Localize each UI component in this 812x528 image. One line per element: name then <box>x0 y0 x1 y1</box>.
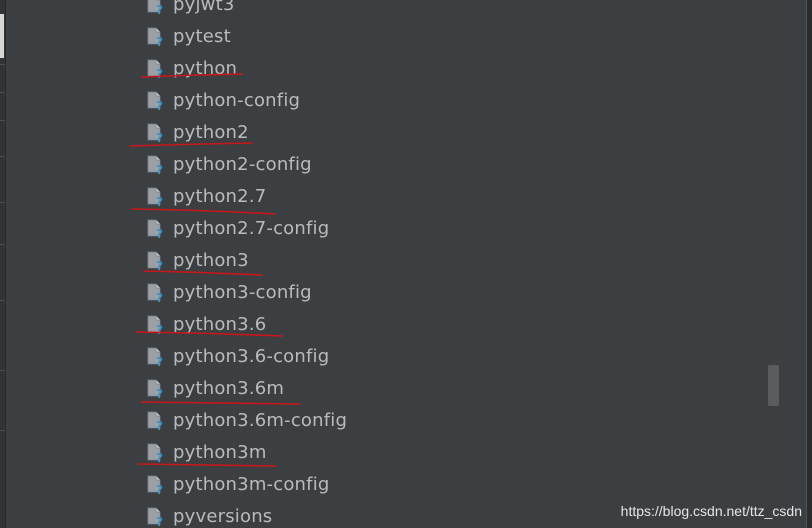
project-file-tree: ? pyjwt3? pytest? python? python-config? pyth… <box>146 0 746 528</box>
unknown-file-type-icon: ? <box>146 441 166 463</box>
tree-item-label: python3m-config <box>173 473 330 495</box>
tree-item-label: pyversions <box>173 505 273 527</box>
svg-text:?: ? <box>156 451 163 463</box>
svg-text:?: ? <box>156 195 163 207</box>
tree-item-label: python3.6m <box>173 377 285 399</box>
tree-item[interactable]: ? python3.6-config <box>146 341 329 371</box>
tree-item[interactable]: ? python3 <box>146 245 249 275</box>
tree-item-label: python3 <box>173 249 249 271</box>
svg-text:?: ? <box>156 227 163 239</box>
tree-item-label: python3-config <box>173 281 312 303</box>
tree-item-label: python3.6-config <box>173 345 330 367</box>
svg-text:?: ? <box>156 387 163 399</box>
tree-item-label: python2-config <box>173 153 312 175</box>
tree-item[interactable]: ? python3m-config <box>146 469 330 499</box>
tree-item[interactable]: ? pytest <box>146 21 231 51</box>
unknown-file-type-icon: ? <box>146 89 166 111</box>
unknown-file-type-icon: ? <box>146 153 166 175</box>
strip-divider <box>0 300 5 301</box>
svg-text:?: ? <box>156 35 163 47</box>
tree-item-label: python3.6 <box>173 313 267 335</box>
tree-item-label: python2.7 <box>173 185 267 207</box>
unknown-file-type-icon: ? <box>146 185 166 207</box>
strip-divider <box>0 64 5 65</box>
tree-item[interactable]: ? python <box>146 53 237 83</box>
unknown-file-type-icon: ? <box>146 25 166 47</box>
tree-item[interactable]: ? pyversions <box>146 501 272 528</box>
unknown-file-type-icon: ? <box>146 281 166 303</box>
svg-text:?: ? <box>156 355 163 367</box>
tree-item[interactable]: ? python3.6 <box>146 309 266 339</box>
svg-text:?: ? <box>156 259 163 271</box>
tool-window-active-marker[interactable] <box>0 14 4 58</box>
tree-item[interactable]: ? pyjwt3 <box>146 0 235 19</box>
unknown-file-type-icon: ? <box>146 217 166 239</box>
tree-item[interactable]: ? python2 <box>146 117 249 147</box>
window-right-edge <box>806 0 812 528</box>
unknown-file-type-icon: ? <box>146 345 166 367</box>
tree-item-label: python2 <box>173 121 249 143</box>
tree-item-label: pytest <box>173 25 231 47</box>
tool-window-strip <box>0 0 6 528</box>
unknown-file-type-icon: ? <box>146 377 166 399</box>
svg-text:?: ? <box>156 67 163 79</box>
svg-text:?: ? <box>156 163 163 175</box>
unknown-file-type-icon: ? <box>146 409 166 431</box>
tree-item-label: python-config <box>173 89 301 111</box>
svg-text:?: ? <box>156 131 163 143</box>
unknown-file-type-icon: ? <box>146 121 166 143</box>
unknown-file-type-icon: ? <box>146 473 166 495</box>
svg-text:?: ? <box>156 483 163 495</box>
tree-item[interactable]: ? python2-config <box>146 149 312 179</box>
strip-divider <box>0 156 5 157</box>
tree-item[interactable]: ? python3m <box>146 437 267 467</box>
unknown-file-type-icon: ? <box>146 313 166 335</box>
svg-text:?: ? <box>156 3 163 15</box>
tree-item-label: python3m <box>173 441 267 463</box>
tree-item[interactable]: ? python2.7-config <box>146 213 329 243</box>
unknown-file-type-icon: ? <box>146 505 166 527</box>
tree-item-label: python2.7-config <box>173 217 330 239</box>
strip-divider <box>0 202 5 203</box>
vertical-scrollbar[interactable] <box>766 0 780 528</box>
strip-divider <box>0 120 5 121</box>
strip-divider <box>0 244 5 245</box>
watermark-text: https://blog.csdn.net/ttz_csdn <box>620 503 802 519</box>
svg-text:?: ? <box>156 419 163 431</box>
strip-divider <box>0 92 5 93</box>
ide-project-window: ? pyjwt3? pytest? python? python-config? pyth… <box>0 0 812 528</box>
strip-divider <box>0 430 5 431</box>
scrollbar-thumb[interactable] <box>768 365 779 406</box>
tree-item[interactable]: ? python3.6m-config <box>146 405 347 435</box>
tree-item-label: python3.6m-config <box>173 409 348 431</box>
tree-item[interactable]: ? python3-config <box>146 277 312 307</box>
strip-divider <box>0 370 5 371</box>
svg-text:?: ? <box>156 323 163 335</box>
unknown-file-type-icon: ? <box>146 57 166 79</box>
svg-text:?: ? <box>156 291 163 303</box>
tree-item-label: python <box>173 57 238 79</box>
unknown-file-type-icon: ? <box>146 249 166 271</box>
svg-text:?: ? <box>156 515 163 527</box>
tree-item-label: pyjwt3 <box>173 0 235 15</box>
unknown-file-type-icon: ? <box>146 0 166 15</box>
tree-item[interactable]: ? python2.7 <box>146 181 266 211</box>
tree-item[interactable]: ? python3.6m <box>146 373 284 403</box>
svg-text:?: ? <box>156 99 163 111</box>
tree-item[interactable]: ? python-config <box>146 85 300 115</box>
